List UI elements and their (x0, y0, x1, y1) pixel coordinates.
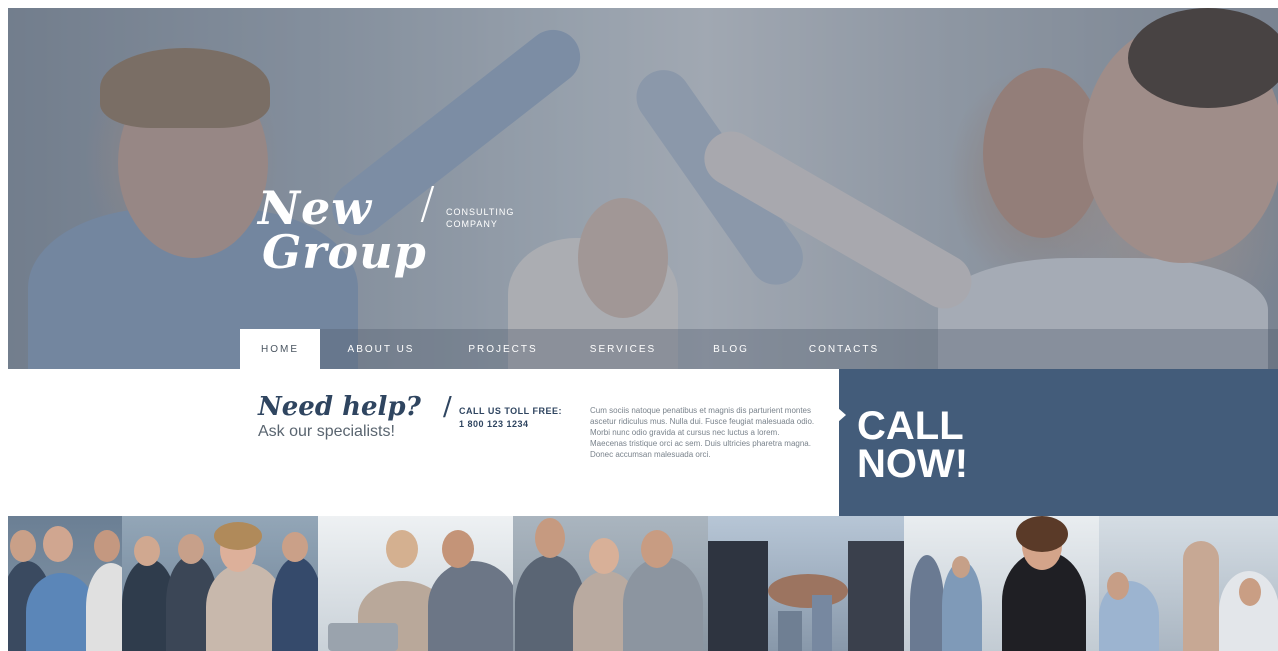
nav-item-about-us[interactable]: ABOUT US (320, 329, 442, 369)
nav-item-home[interactable]: HOME (240, 329, 320, 369)
brand-logo[interactable]: New Group (258, 181, 427, 279)
nav-item-services[interactable]: SERVICES (564, 329, 682, 369)
photo-gallery (8, 516, 1278, 651)
brand-tagline-line1: CONSULTING (446, 207, 515, 217)
brand-tagline: CONSULTING COMPANY (446, 206, 514, 230)
brand-name-line2: Group (262, 225, 427, 279)
business-team-photo[interactable] (122, 516, 318, 651)
call-banner-pointer (838, 408, 846, 422)
call-now-line2: NOW! (857, 442, 969, 486)
help-description: Cum sociis natoque penatibus et magnis d… (590, 406, 815, 459)
call-now-text: CALL NOW! (857, 404, 969, 486)
call-now-line1: CALL (857, 404, 964, 448)
call-now-banner[interactable]: CALL NOW! (838, 369, 1278, 516)
colleagues-photo[interactable] (513, 516, 708, 651)
brand-name-line1: New (258, 181, 372, 235)
hero-banner: New Group (8, 8, 1278, 369)
help-subheading: Ask our specialists! (258, 423, 395, 440)
brand-tagline-line2: COMPANY (446, 219, 498, 229)
help-slash: / (443, 392, 452, 422)
high-five-photo[interactable] (1099, 516, 1278, 651)
main-nav: HOME ABOUT US PROJECTS SERVICES BLOG CON… (240, 329, 908, 369)
brand-slash: / (420, 178, 435, 229)
help-heading: Need help? (258, 392, 421, 422)
nav-item-projects[interactable]: PROJECTS (442, 329, 564, 369)
team-group-photo[interactable] (8, 516, 122, 651)
nav-item-contacts[interactable]: CONTACTS (780, 329, 908, 369)
businesswoman-photo[interactable] (904, 516, 1099, 651)
toll-free-number[interactable]: 1 800 123 1234 (459, 418, 529, 430)
office-meeting-photo[interactable] (318, 516, 513, 651)
toll-free-label: CALL US TOLL FREE: (459, 406, 563, 416)
nav-item-blog[interactable]: BLOG (682, 329, 780, 369)
handshake-photo[interactable] (708, 516, 904, 651)
